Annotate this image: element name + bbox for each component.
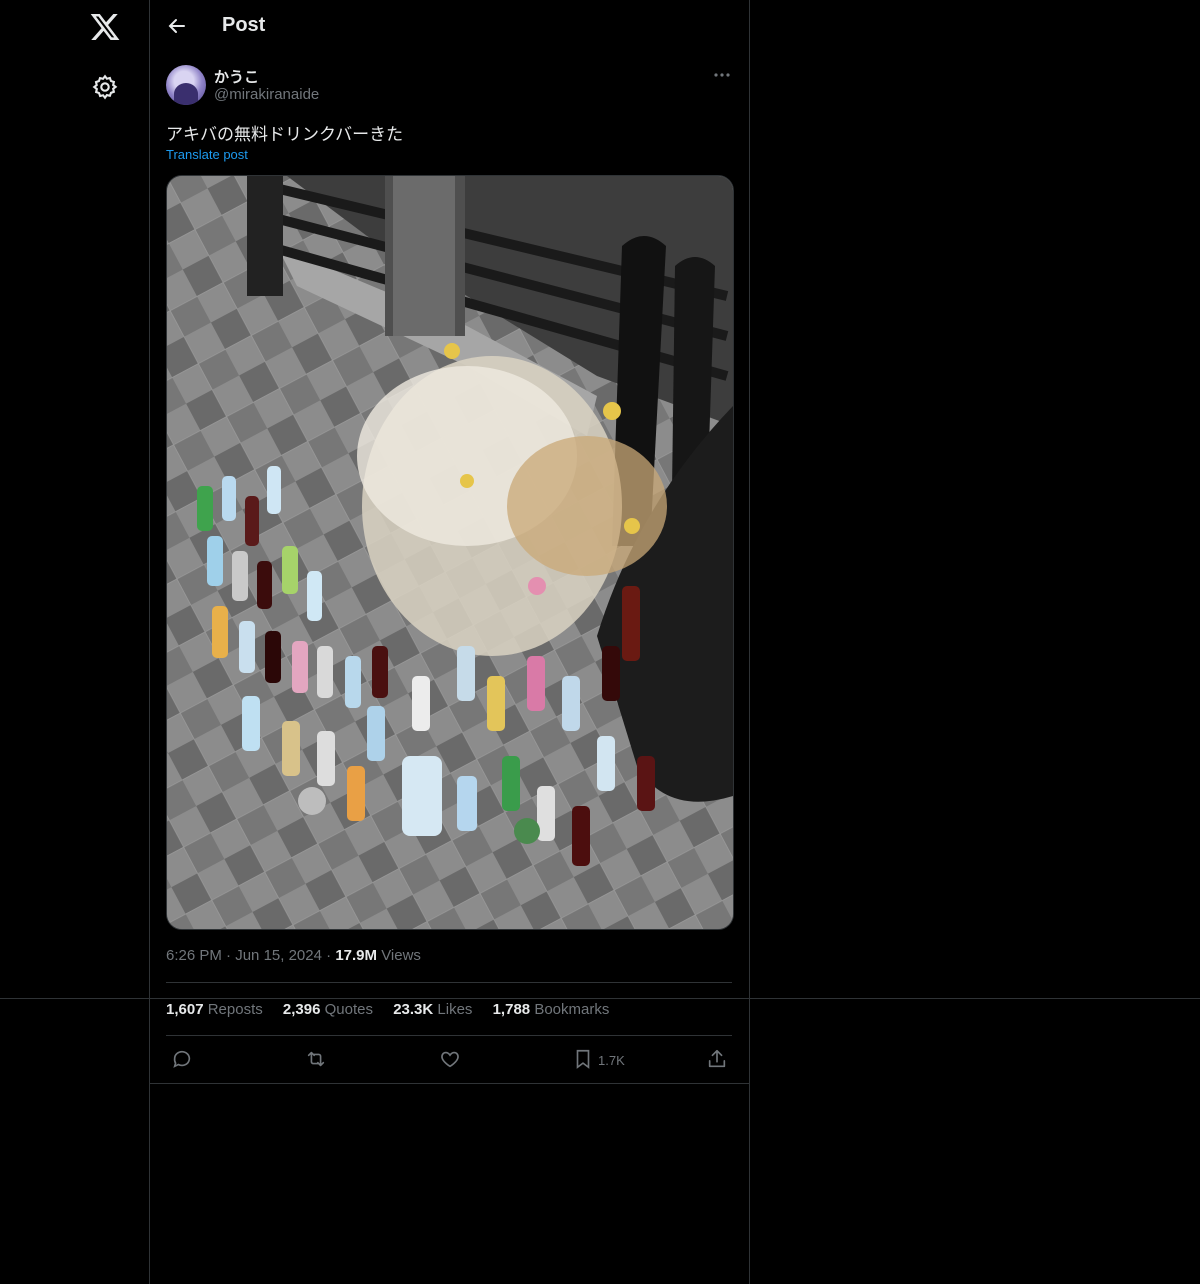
quotes-label: Quotes [324,1001,374,1018]
divider [166,982,732,983]
views-label: Views [381,947,421,964]
bookmark-count: 1.7K [598,1053,625,1068]
likes-label: Likes [437,1001,473,1018]
x-logo-icon[interactable] [89,11,121,43]
reposts-label: Reposts [207,1001,263,1018]
viewport-divider [0,998,1200,999]
back-arrow-icon[interactable] [165,14,189,38]
like-icon[interactable] [439,1048,461,1070]
reposts-stat[interactable]: 1,607 Reposts [166,1001,263,1018]
more-icon[interactable] [710,66,734,86]
post-text: アキバの無料ドリンクバーきた [166,125,404,144]
likes-count: 23.3K [393,1001,434,1018]
gear-icon[interactable] [91,73,119,101]
post-stats: 1,607 Reposts 2,396 Quotes 23.3K Likes 1… [166,1001,625,1018]
bookmarks-stat[interactable]: 1,788 Bookmarks [493,1001,610,1018]
avatar[interactable] [166,65,206,105]
sidebar [0,0,149,1284]
page-title: Post [222,14,266,36]
post-header: Post [150,0,749,53]
post-image[interactable] [166,175,734,930]
main-column: Post かうこ @mirakiranaide アキバの無料ドリンクバーきた T… [149,0,750,1284]
user-handle[interactable]: @mirakiranaide [214,86,319,103]
action-bar: 1.7K [150,1036,749,1083]
views-count: 17.9M [335,947,378,964]
share-icon[interactable] [706,1048,728,1070]
divider [150,1083,749,1084]
display-name[interactable]: かうこ [214,66,259,87]
bookmarks-label: Bookmarks [534,1001,610,1018]
post-date[interactable]: Jun 15, 2024 [235,947,322,964]
translate-link[interactable]: Translate post [166,147,248,162]
post-meta: 6:26 PM · Jun 15, 2024 · 17.9M Views [166,947,421,964]
quotes-stat[interactable]: 2,396 Quotes [283,1001,373,1018]
likes-stat[interactable]: 23.3K Likes [393,1001,472,1018]
repost-icon[interactable] [305,1048,327,1070]
post-time[interactable]: 6:26 PM [166,947,222,964]
meta-separator: · [226,947,236,964]
bookmark-icon[interactable] [572,1048,594,1070]
reposts-count: 1,607 [166,1001,204,1018]
meta-separator: · [326,947,336,964]
quotes-count: 2,396 [282,1001,321,1018]
bookmarks-count: 1,788 [492,1001,531,1018]
reply-icon[interactable] [171,1048,193,1070]
